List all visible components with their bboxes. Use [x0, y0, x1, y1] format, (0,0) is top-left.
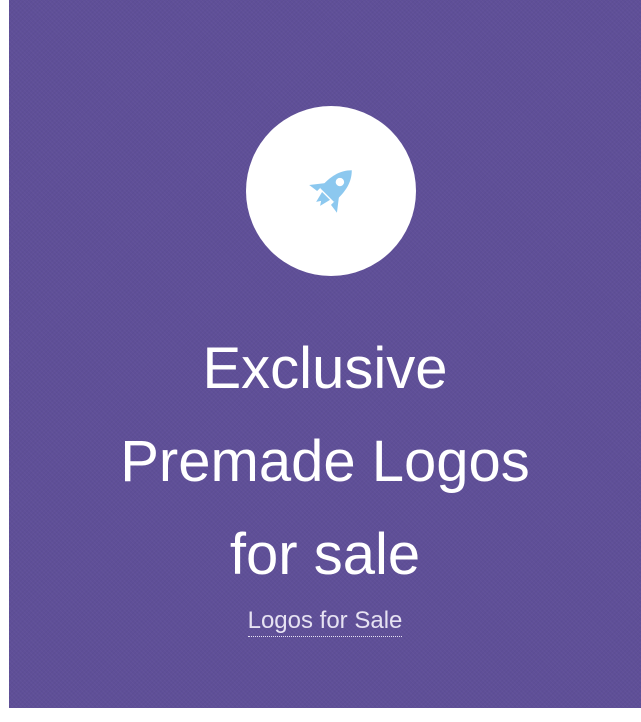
promo-card: Exclusive Premade Logos for sale Logos f…: [9, 0, 641, 708]
link-container: Logos for Sale: [9, 607, 641, 637]
headline-line-3: for sale: [229, 522, 421, 587]
headline-line-1: Exclusive: [202, 336, 448, 401]
icon-badge: [246, 106, 416, 276]
rocket-icon: [309, 170, 352, 213]
headline: Exclusive Premade Logos for sale: [9, 322, 641, 601]
headline-line-2: Premade Logos: [120, 429, 530, 494]
logos-for-sale-link[interactable]: Logos for Sale: [247, 607, 403, 637]
